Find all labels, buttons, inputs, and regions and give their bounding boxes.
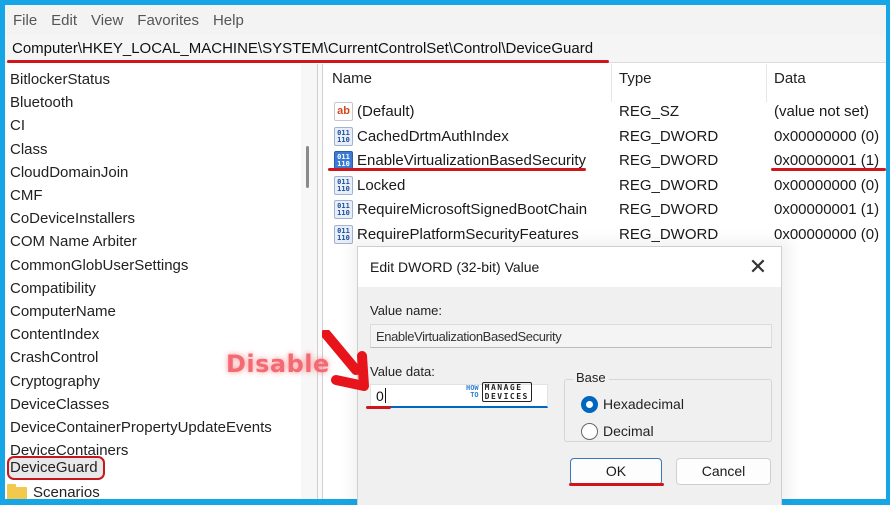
value-row[interactable]: 011 110 Locked REG_DWORD 0x00000000 (0) (324, 174, 886, 198)
value-type: REG_SZ (619, 103, 680, 120)
dword-value-icon: 011 110 (334, 200, 353, 219)
value-name: EnableVirtualizationBasedSecurity (357, 152, 587, 169)
close-icon[interactable]: ✕ (745, 254, 771, 280)
string-value-icon: ab (334, 102, 353, 121)
tree-item[interactable]: DeviceContainerPropertyUpdateEvents (10, 416, 272, 439)
tree-item[interactable]: CoDeviceInstallers (10, 207, 135, 230)
tree-item[interactable]: CrashControl (10, 346, 98, 369)
folder-icon (7, 483, 27, 499)
tree-item[interactable]: CMF (10, 184, 43, 207)
cancel-button[interactable]: Cancel (676, 458, 771, 485)
value-data: 0x00000001 (1) (774, 152, 880, 169)
value-name-highlight-underline (328, 168, 586, 171)
address-bar[interactable]: Computer\HKEY_LOCAL_MACHINE\SYSTEM\Curre… (5, 35, 886, 63)
tree-item[interactable]: Bluetooth (10, 91, 73, 114)
value-name-label: Value name: (370, 303, 443, 318)
menu-view[interactable]: View (91, 12, 123, 29)
decimal-radio[interactable] (581, 423, 598, 440)
value-name-field: EnableVirtualizationBasedSecurity (370, 324, 772, 348)
address-highlight-underline (7, 60, 609, 63)
watermark-how: HOW TO (466, 384, 479, 399)
tree-scrollbar-thumb[interactable] (306, 146, 309, 188)
decimal-label[interactable]: Decimal (603, 423, 654, 439)
tree-item[interactable]: DeviceClasses (10, 393, 109, 416)
value-type: REG_DWORD (619, 177, 719, 194)
tree-item[interactable]: CI (10, 114, 25, 137)
tree-item[interactable]: ComputerName (10, 300, 116, 323)
value-name: (Default) (357, 103, 415, 120)
watermark-logo: HOW TO MANAGE DEVICES (466, 382, 532, 402)
tree-item-child-label: Scenarios (33, 484, 100, 499)
key-tree: BitlockerStatus Bluetooth CI Class Cloud… (5, 64, 301, 499)
value-data-text: 0 (376, 388, 384, 404)
tree-item[interactable]: Cryptography (10, 370, 100, 393)
value-data-highlight-underline (366, 406, 391, 409)
menu-bar: File Edit View Favorites Help (5, 5, 886, 35)
tree-item-selected[interactable]: DeviceGuard (10, 456, 98, 479)
column-header-name[interactable]: Name (332, 70, 372, 87)
edit-dword-dialog: Edit DWORD (32-bit) Value ✕ Value name: … (357, 246, 782, 505)
dialog-title: Edit DWORD (32-bit) Value (370, 259, 540, 275)
dword-value-icon: 011 110 (334, 127, 353, 146)
column-separator[interactable] (766, 64, 767, 102)
tree-item-child[interactable]: Scenarios (7, 481, 100, 499)
tree-item[interactable]: CloudDomainJoin (10, 161, 128, 184)
tree-item[interactable]: ContentIndex (10, 323, 99, 346)
base-label: Base (573, 370, 609, 385)
disable-annotation: Disable (226, 350, 330, 378)
tree-item[interactable]: COM Name Arbiter (10, 230, 137, 253)
watermark-box: MANAGE DEVICES (481, 382, 532, 402)
value-name: CachedDrtmAuthIndex (357, 128, 509, 145)
value-data: 0x00000000 (0) (774, 128, 880, 145)
column-header-data[interactable]: Data (774, 70, 806, 87)
value-row[interactable]: ab (Default) REG_SZ (value not set) (324, 100, 886, 124)
address-path[interactable]: Computer\HKEY_LOCAL_MACHINE\SYSTEM\Curre… (12, 40, 593, 57)
tree-item[interactable]: CommonGlobUserSettings (10, 254, 188, 277)
pane-splitter[interactable] (317, 64, 323, 499)
menu-file[interactable]: File (13, 12, 37, 29)
ok-highlight-underline (569, 483, 664, 486)
tree-item[interactable]: Class (10, 138, 48, 161)
base-group: Base Hexadecimal Decimal (564, 370, 772, 442)
menu-favorites[interactable]: Favorites (137, 12, 199, 29)
hexadecimal-label[interactable]: Hexadecimal (603, 396, 684, 412)
value-row[interactable]: 011 110 RequireMicrosoftSignedBootChain R… (324, 198, 886, 222)
column-separator[interactable] (611, 64, 612, 102)
value-name: Locked (357, 177, 406, 194)
menu-help[interactable]: Help (213, 12, 244, 29)
value-data-label: Value data: (370, 364, 435, 379)
column-header-type[interactable]: Type (619, 70, 652, 87)
hexadecimal-radio[interactable] (581, 396, 598, 413)
value-type: REG_DWORD (619, 128, 719, 145)
dword-value-icon: 011 110 (334, 176, 353, 195)
tree-scrollbar[interactable] (301, 64, 317, 499)
tree-item[interactable]: Compatibility (10, 277, 96, 300)
red-arrow-icon (322, 330, 369, 391)
menu-edit[interactable]: Edit (51, 12, 77, 29)
value-type: REG_DWORD (619, 152, 719, 169)
value-data: 0x00000001 (1) (774, 201, 880, 218)
value-type: REG_DWORD (619, 201, 719, 218)
ok-button[interactable]: OK (570, 458, 662, 485)
value-data: (value not set) (774, 103, 870, 120)
value-data: 0x00000000 (0) (774, 177, 880, 194)
value-name: RequireMicrosoftSignedBootChain (357, 201, 588, 218)
value-data-highlight-underline (771, 168, 886, 171)
text-caret (384, 388, 386, 403)
tree-item[interactable]: BitlockerStatus (10, 68, 110, 91)
dialog-titlebar[interactable]: Edit DWORD (32-bit) Value ✕ (358, 247, 781, 287)
value-row[interactable]: 011 110 CachedDrtmAuthIndex REG_DWORD 0x0… (324, 125, 886, 149)
